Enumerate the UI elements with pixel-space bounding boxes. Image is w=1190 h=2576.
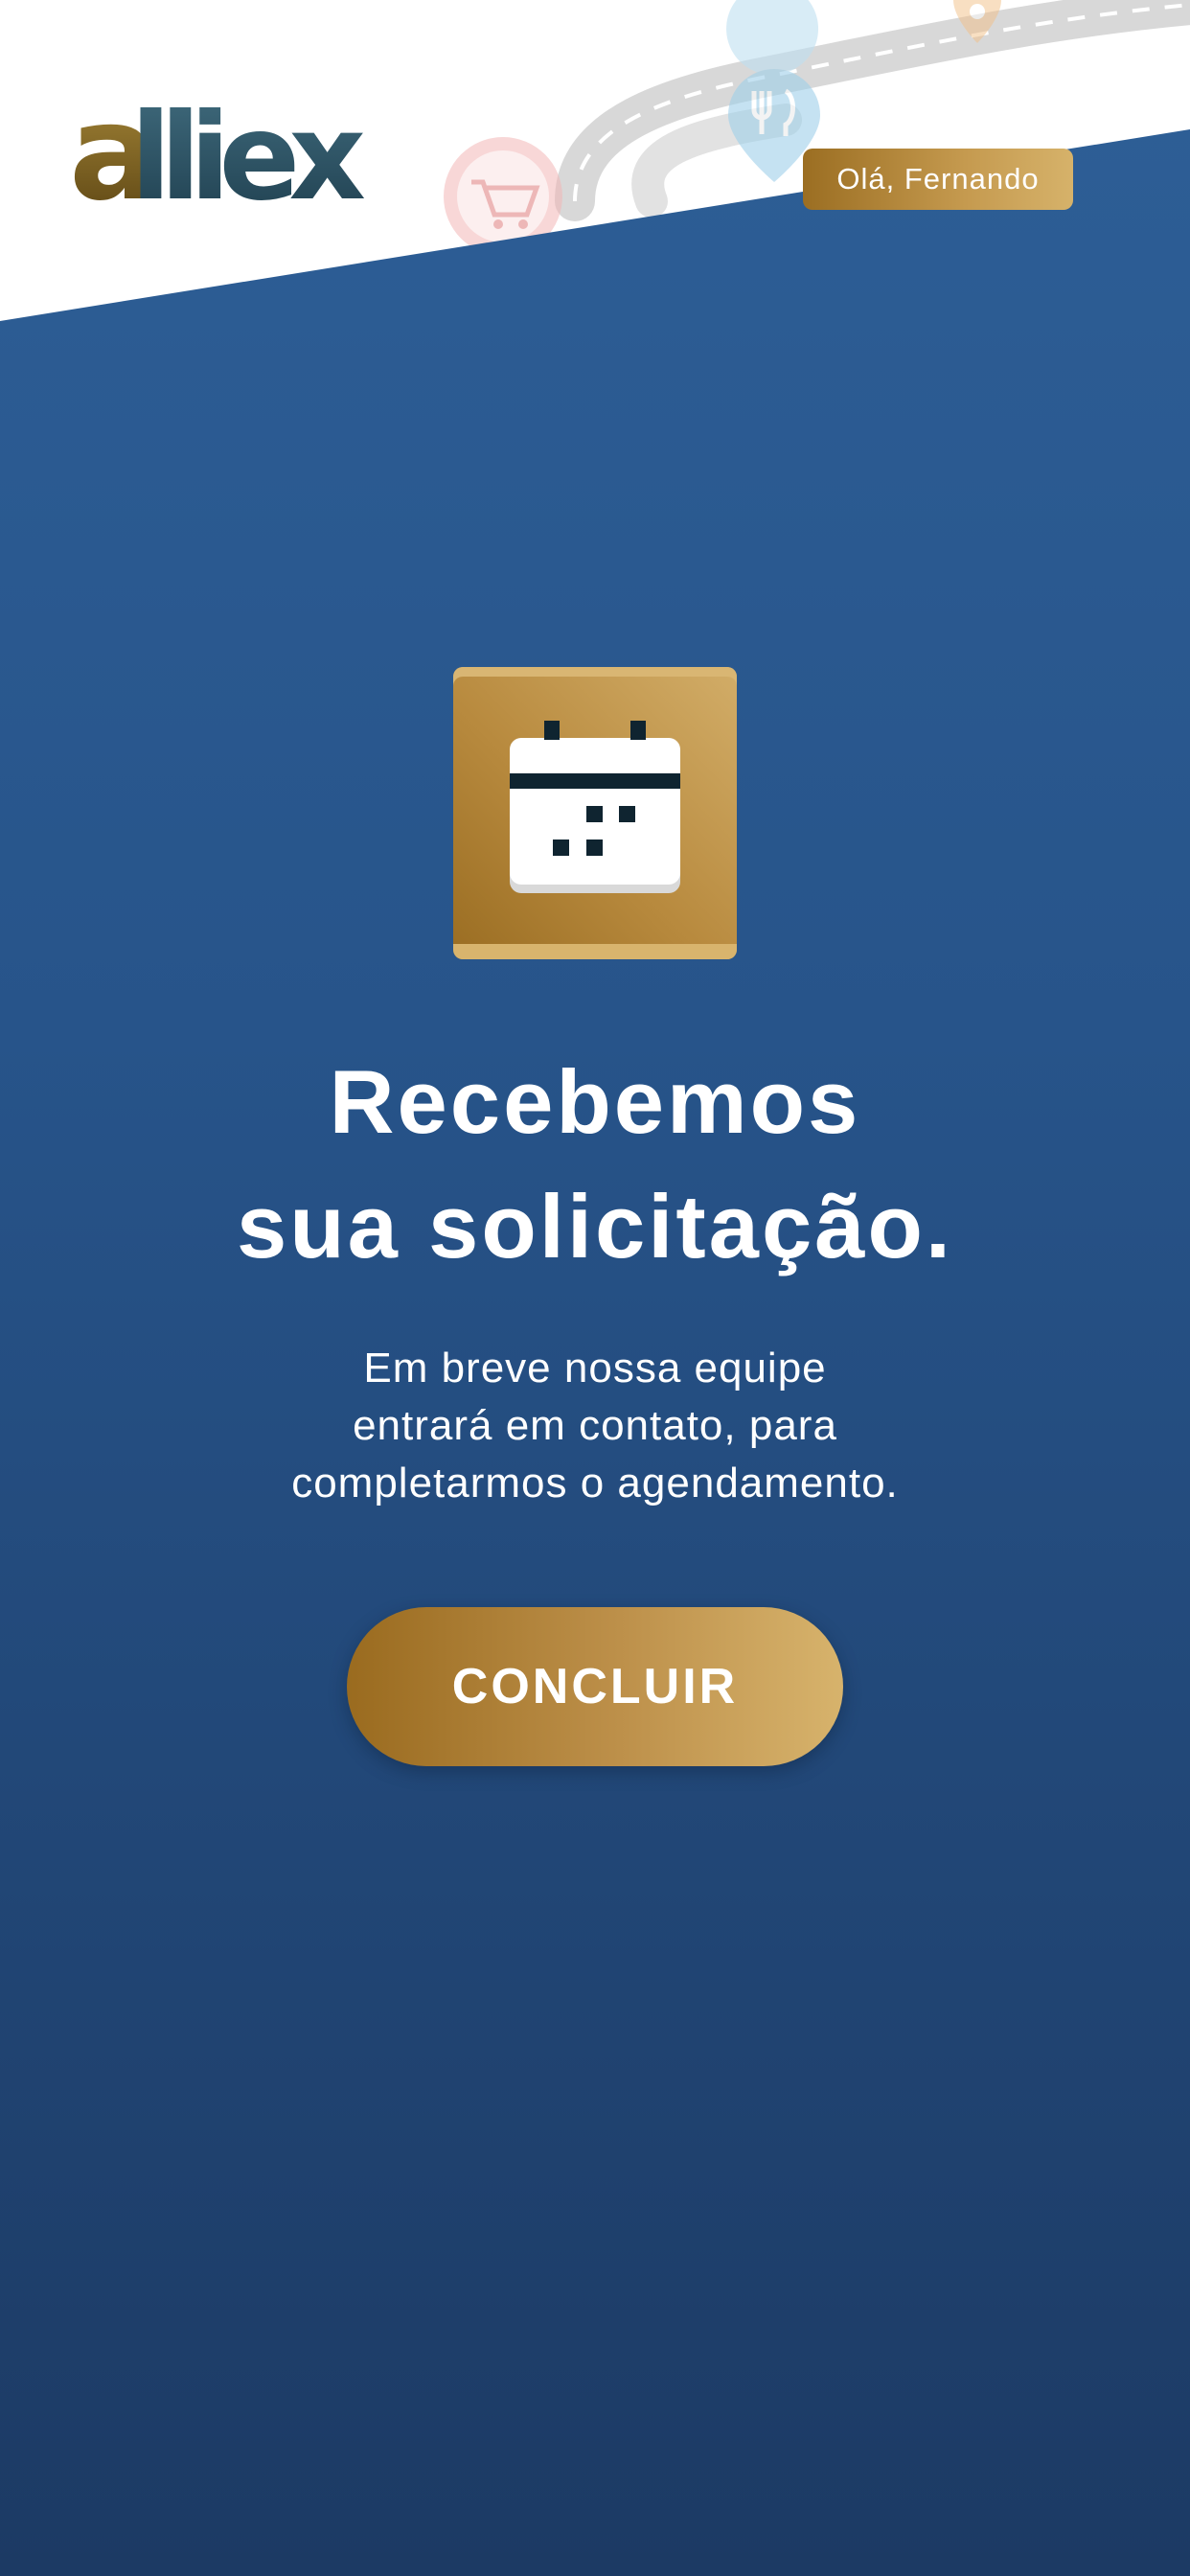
page-title: Recebemos sua solicitação. [0,1040,1190,1289]
message-line-1: Em breve nossa equipe [363,1345,827,1392]
conclude-button[interactable]: CONCLUIR [347,1607,843,1766]
confirmation-message: Em breve nossa equipe entrará em contato… [0,1340,1190,1512]
message-line-3: completarmos o agendamento. [291,1460,899,1506]
svg-text:lliex: lliex [130,88,364,213]
user-greeting-badge[interactable]: Olá, Fernando [803,149,1073,210]
alliex-logo: a lliex [69,88,366,213]
title-line-1: Recebemos [329,1051,861,1152]
confirmation-screen: a lliex Olá, Fernando Recebemos sua soli… [0,0,1190,2576]
calendar-tile-shadow [453,944,737,959]
message-line-2: entrará em contato, para [353,1402,837,1449]
calendar-icon [510,721,680,893]
title-line-2: sua solicitação. [236,1176,954,1276]
